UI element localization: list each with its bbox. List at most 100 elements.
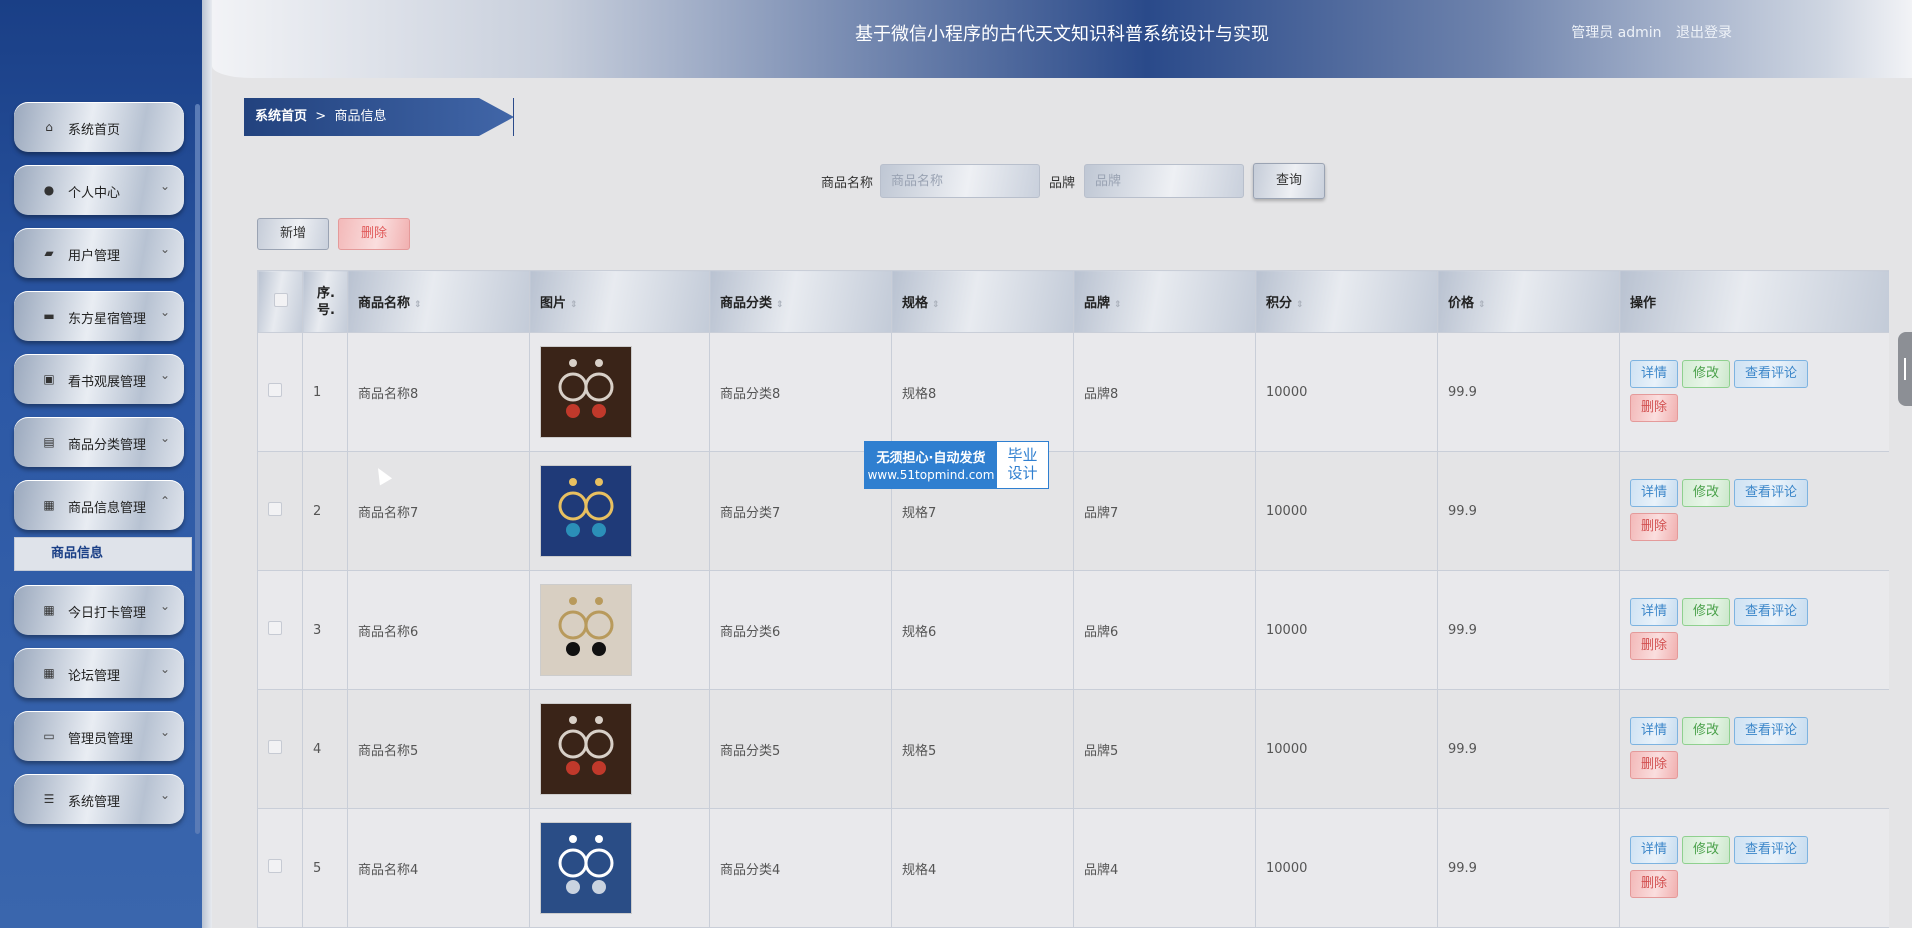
detail-button[interactable]: 详情 [1630, 360, 1679, 388]
sidebar-item-2[interactable]: ▰ 用户管理 ⌄ [14, 228, 184, 278]
user-icon: ● [43, 183, 55, 197]
chevron-icon: ⌄ [159, 788, 170, 802]
detail-button[interactable]: 详情 [1630, 598, 1679, 626]
detail-button[interactable]: 详情 [1630, 717, 1679, 745]
sidebar-item-10[interactable]: ☰ 系统管理 ⌄ [14, 774, 184, 824]
sort-icon[interactable]: ⇕ [932, 300, 940, 310]
sidebar-item-5[interactable]: ▤ 商品分类管理 ⌄ [14, 417, 184, 467]
spec-cell: 规格6 [891, 570, 1074, 690]
sidebar-item-3[interactable]: ▬ 东方星宿管理 ⌄ [14, 291, 184, 341]
select-all-header [257, 270, 303, 333]
sidebar-item-0[interactable]: ⌂ 系统首页 [14, 102, 184, 152]
edit-button[interactable]: 修改 [1682, 836, 1731, 864]
breadcrumb-home[interactable]: 系统首页 [255, 109, 307, 124]
detail-button[interactable]: 详情 [1630, 836, 1679, 864]
sidebar-item-label: 论坛管理 [68, 669, 121, 684]
delete-button[interactable]: 删除 [1630, 513, 1679, 541]
sort-icon[interactable]: ⇕ [414, 300, 422, 310]
product-name-input[interactable] [880, 164, 1040, 198]
delete-button[interactable]: 删除 [1630, 751, 1679, 779]
view-comments-button[interactable]: 查看评论 [1734, 598, 1809, 626]
sidebar-item-4[interactable]: ▣ 看书观展管理 ⌄ [14, 354, 184, 404]
sidebar-item-label: 东方星宿管理 [68, 312, 147, 327]
table-row[interactable]: 3 商品名称6 商品分类6 规格6 品牌6 10000 99.9 详情 修改 查看评论 删除 [257, 570, 1889, 690]
row-checkbox[interactable] [268, 383, 282, 397]
delete-button[interactable]: 删除 [1630, 394, 1679, 422]
view-comments-button[interactable]: 查看评论 [1734, 717, 1809, 745]
ops-cell: 详情 修改 查看评论删除 [1619, 332, 1889, 452]
briefcase-icon: ▰ [44, 246, 54, 260]
name-header[interactable]: 商品名称 ⇕ [347, 270, 530, 333]
chevron-icon: ⌄ [159, 305, 170, 319]
product-image-cell [529, 689, 710, 809]
sidebar-scrollbar[interactable] [195, 104, 200, 834]
sort-icon[interactable]: ⇕ [1296, 300, 1304, 310]
view-comments-button[interactable]: 查看评论 [1734, 836, 1809, 864]
select-all-checkbox[interactable] [274, 292, 288, 307]
table-row[interactable]: 5 商品名称4 商品分类4 规格4 品牌4 10000 99.9 详情 修改 查看评论 删除 [257, 808, 1889, 928]
table-row[interactable]: 2 商品名称7 商品分类7 规格7 品牌7 10000 99.9 详情 修改 查看评论 删除 [257, 451, 1889, 571]
product-name-cell: 商品名称6 [347, 570, 530, 690]
product-image [540, 346, 632, 438]
category-cell: 商品分类8 [709, 332, 892, 452]
points-header[interactable]: 积分 ⇕ [1255, 270, 1438, 333]
points-cell: 10000 [1255, 451, 1438, 571]
view-comments-button[interactable]: 查看评论 [1734, 479, 1809, 507]
detail-button[interactable]: 详情 [1630, 479, 1679, 507]
ops-cell: 详情 修改 查看评论删除 [1619, 570, 1889, 690]
ops-header: 操作 [1619, 270, 1889, 333]
table-row[interactable]: 1 商品名称8 商品分类8 规格8 品牌8 10000 99.9 详情 修改 查看评论 删除 [257, 332, 1889, 452]
user-area: 管理员 admin 退出登录 [1561, 22, 1732, 42]
brand-header[interactable]: 品牌 ⇕ [1073, 270, 1256, 333]
price-cell: 99.9 [1437, 451, 1620, 571]
product-name-label: 商品名称 [821, 176, 874, 191]
logout-link[interactable]: 退出登录 [1676, 25, 1732, 41]
user-label: 管理员 admin [1571, 25, 1662, 41]
spec-header[interactable]: 规格 ⇕ [891, 270, 1074, 333]
row-checkbox[interactable] [268, 621, 282, 635]
category-cell: 商品分类5 [709, 689, 892, 809]
delete-button[interactable]: 删除 [1630, 870, 1679, 898]
product-image-cell [529, 570, 710, 690]
image-header[interactable]: 图片 ⇕ [529, 270, 710, 333]
sort-icon[interactable]: ⇕ [1478, 300, 1486, 310]
spec-cell: 规格5 [891, 689, 1074, 809]
row-checkbox[interactable] [268, 502, 282, 516]
price-header[interactable]: 价格 ⇕ [1437, 270, 1620, 333]
sort-icon[interactable]: ⇕ [570, 300, 578, 310]
sidebar-item-9[interactable]: ▭ 管理员管理 ⌄ [14, 711, 184, 761]
sidebar-item-7[interactable]: ▦ 今日打卡管理 ⌄ [14, 585, 184, 635]
edit-button[interactable]: 修改 [1682, 479, 1731, 507]
row-checkbox[interactable] [268, 859, 282, 873]
delete-button[interactable]: 删除 [1630, 632, 1679, 660]
category-cell: 商品分类4 [709, 808, 892, 928]
points-cell: 10000 [1255, 332, 1438, 452]
sidebar-item-8[interactable]: ▦ 论坛管理 ⌄ [14, 648, 184, 698]
sidebar-item-6[interactable]: ▦ 商品信息管理 ⌃ [14, 480, 184, 530]
side-drawer-handle[interactable] [1898, 332, 1912, 406]
ops-cell: 详情 修改 查看评论删除 [1619, 808, 1889, 928]
edit-button[interactable]: 修改 [1682, 360, 1731, 388]
submenu-item-product-info[interactable]: 商品信息 [14, 537, 192, 571]
product-name-cell: 商品名称5 [347, 689, 530, 809]
ops-cell: 详情 修改 查看评论删除 [1619, 689, 1889, 809]
sort-icon[interactable]: ⇕ [1114, 300, 1122, 310]
add-button[interactable]: 新增 [257, 218, 329, 250]
chat-icon: ▬ [43, 309, 55, 323]
batch-delete-button[interactable]: 删除 [338, 218, 410, 250]
chevron-icon: ⌄ [159, 662, 170, 676]
edit-button[interactable]: 修改 [1682, 717, 1731, 745]
sidebar-item-label: 今日打卡管理 [68, 606, 147, 621]
sidebar-item-1[interactable]: ● 个人中心 ⌄ [14, 165, 184, 215]
table-row[interactable]: 4 商品名称5 商品分类5 规格5 品牌5 10000 99.9 详情 修改 查看评论 删除 [257, 689, 1889, 809]
product-image [540, 703, 632, 795]
edit-button[interactable]: 修改 [1682, 598, 1731, 626]
row-checkbox[interactable] [268, 740, 282, 754]
view-comments-button[interactable]: 查看评论 [1734, 360, 1809, 388]
brand-input[interactable] [1084, 164, 1244, 198]
sidebar: ⌂ 系统首页 ● 个人中心 ⌄ ▰ 用户管理 ⌄ ▬ 东方星宿管理 ⌄ ▣ 看书观展管理 ⌄ ▤ 商品分类管理… [0, 0, 212, 928]
product-image [540, 822, 632, 914]
category-header[interactable]: 商品分类 ⇕ [709, 270, 892, 333]
sort-icon[interactable]: ⇕ [776, 300, 784, 310]
query-button[interactable]: 查询 [1253, 163, 1325, 199]
